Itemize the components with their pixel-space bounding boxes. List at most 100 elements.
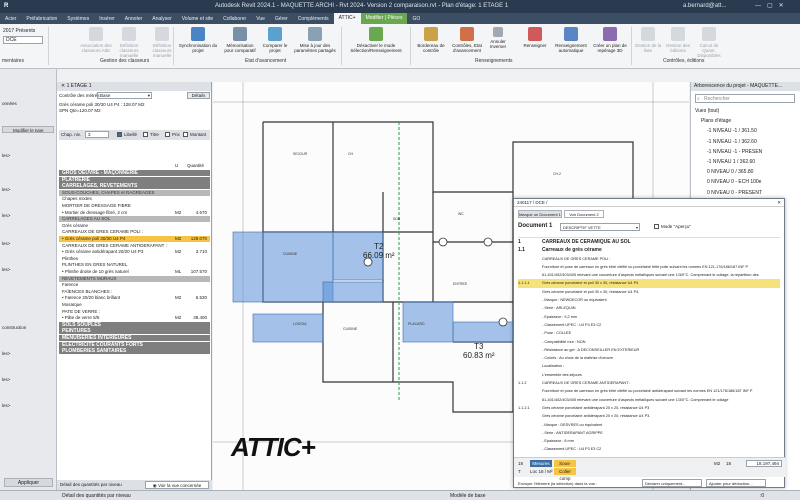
- document-select[interactable]: DESCRIPTIF VETTE ▾: [560, 223, 640, 231]
- quantity-row[interactable]: CARREAUX DE GRES CERAME ANTIDERAPANT :: [59, 243, 210, 249]
- property-row[interactable]: Modifier le type: [2, 126, 54, 133]
- document-line[interactable]: Grès cérame porcelainé antidérapant 20 x…: [518, 412, 780, 420]
- browser-search-input[interactable]: ⌕ Rechercher: [695, 94, 795, 103]
- tree-item[interactable]: Vues (tout): [695, 108, 719, 114]
- document-line[interactable]: - Compatibilité mur : NON: [518, 338, 780, 346]
- filter-libelle[interactable]: Libellé: [117, 132, 137, 138]
- document-line[interactable]: Grès cérame porcelainé et poli 30 x 30, …: [518, 288, 780, 296]
- quantity-row[interactable]: • Grès cérame poli 30/30 U4 P4 M2 128.070: [59, 236, 210, 242]
- ribbon-tab[interactable]: Annoter: [120, 16, 148, 22]
- ribbon-tab[interactable]: Gérer: [270, 16, 293, 22]
- calcul-quant-button[interactable]: Calcul de Quant. Disponibles: [694, 27, 724, 58]
- quantity-row[interactable]: GROS OEUVRE - MAÇONNERIE: [59, 170, 210, 176]
- quantity-row[interactable]: • Grès cérame antidérapant 20/20 U4 P3 M2…: [59, 249, 210, 255]
- tree-item[interactable]: Plans d'étage: [701, 118, 731, 124]
- property-row[interactable]: les>: [2, 186, 54, 193]
- quantity-row[interactable]: • Faïence 20/20 blanc brillant M2 6.530: [59, 295, 210, 301]
- quantity-row[interactable]: CARRELAGES, REVETEMENTS: [59, 183, 210, 190]
- ribbon-tab[interactable]: Préfabrication: [21, 16, 62, 22]
- memorisation-button[interactable]: Mémorisation pour comparatif: [222, 27, 258, 53]
- controls-select[interactable]: Base ▾: [97, 92, 152, 99]
- document-line[interactable]: 61-401/402/403/405 relevant une couvertu…: [518, 396, 780, 404]
- tree-item[interactable]: 0 NIVEAU 0 - ECH 100e: [707, 179, 761, 185]
- ribbon-tab[interactable]: Modifier | Pièces: [360, 13, 408, 24]
- window-controls[interactable]: —▢✕: [755, 2, 790, 9]
- gestion-liste-button[interactable]: Gestion de la liste: [634, 27, 662, 53]
- document-line[interactable]: - Marque : DESVRES ou équivalent: [518, 421, 780, 429]
- quantity-row[interactable]: PLOMBERIES SANITAIRES: [59, 348, 210, 355]
- controles-button[interactable]: Contrôles, Etat d'avancement: [450, 27, 484, 53]
- quantity-row[interactable]: CARREAUX DE GRES CERAME POLI :: [59, 229, 210, 235]
- property-row[interactable]: les>: [2, 376, 54, 383]
- plan-reperage-button[interactable]: Créer un plan de repérage 3D: [591, 27, 629, 53]
- document-line[interactable]: - Marque : NEWDECOR ou équivalent: [518, 296, 780, 304]
- quantity-row[interactable]: ELECTRICITE COURANTS FORTS: [59, 341, 210, 348]
- document-line[interactable]: Localisation :: [518, 362, 780, 370]
- coller-comp-button[interactable]: Coller comp: [554, 468, 576, 481]
- ribbon-tab[interactable]: Collaborer: [218, 16, 251, 22]
- ribbon-tab[interactable]: Compléments: [293, 16, 334, 22]
- ribbon-tab[interactable]: Insérer: [94, 16, 120, 22]
- document-line[interactable]: - Coloris : Au choix de la maîtrise d'oe…: [518, 354, 780, 362]
- quantity-row[interactable]: • Mortier de dressage fibré, 2 cm M2 4.670: [59, 210, 210, 216]
- ribbon-tab[interactable]: Vue: [251, 16, 270, 22]
- filter-montant[interactable]: Montant: [183, 132, 206, 138]
- document-line[interactable]: CARREAUX DE GRES CERAME POLI :: [518, 255, 780, 263]
- measures-button[interactable]: Mesures: [530, 460, 552, 467]
- property-row[interactable]: les>: [2, 152, 54, 159]
- document-line[interactable]: 1.1 Carreaux de grès cérame: [518, 246, 780, 254]
- filter-titre[interactable]: Titre: [143, 132, 159, 138]
- document-line[interactable]: - Résistance au gel : A DECONSEILLER EN …: [518, 346, 780, 354]
- renseignement-auto-button[interactable]: Renseignement automatique: [552, 27, 590, 53]
- ribbon-tab[interactable]: Acier: [0, 16, 21, 22]
- document-line[interactable]: - Classement UPEC : U4 P4 E3 C2: [518, 321, 780, 329]
- document-line[interactable]: Fourniture et pose de carreaux en grès é…: [518, 387, 780, 395]
- parametres-partages-button[interactable]: Mise à jour des paramètres partagés: [292, 27, 338, 53]
- quantity-row[interactable]: FAÏENCES BLANCHES :: [59, 289, 210, 295]
- sub-comp-button[interactable]: Sous-comp: [554, 460, 576, 473]
- quantity-row[interactable]: Faïence: [59, 282, 210, 288]
- quantity-row[interactable]: PEINTURES: [59, 328, 210, 335]
- association-classeurs-button[interactable]: Association des classeurs Attic: [80, 27, 112, 53]
- property-row[interactable]: les>: [2, 350, 54, 357]
- user-account[interactable]: a.bernard@att...: [683, 3, 726, 9]
- close-icon[interactable]: ✕: [777, 199, 781, 207]
- quantity-row[interactable]: Chapes mixtes: [59, 196, 210, 202]
- view-button[interactable]: ◉ Voir la vue concernée: [145, 481, 209, 489]
- tree-item[interactable]: 0 NIVEAU 0 / 365.80: [707, 169, 753, 175]
- quantity-row[interactable]: SOLS SOUPLES: [59, 321, 210, 328]
- send-select-2[interactable]: Ajouter pour déduction...: [706, 479, 766, 487]
- ribbon-tab[interactable]: GO: [407, 16, 425, 22]
- annuler-inverser-button[interactable]: Annuler Inverser: [485, 27, 511, 49]
- apply-button[interactable]: Appliquer: [4, 478, 53, 487]
- property-row[interactable]: les>: [2, 266, 54, 273]
- document-line[interactable]: Fourniture et pose de carreaux en grès é…: [518, 263, 780, 271]
- preview-mode-toggle[interactable]: Mode "Aperçu": [654, 224, 691, 230]
- send-select-1[interactable]: Déclarer uniquement...: [642, 479, 702, 487]
- quantity-row[interactable]: SOUS-COUCHES, CHAPES et RAGREAGES: [59, 189, 210, 196]
- quantity-row[interactable]: • Plinthe droite de 10 grès naturel ML 107…: [59, 269, 210, 275]
- renseigner-button[interactable]: Renseigner: [518, 27, 552, 48]
- tab-document-1[interactable]: Marque un Document 1: [518, 210, 562, 218]
- room-t3[interactable]: T3 60.83 m²: [463, 342, 495, 360]
- ribbon-tab[interactable]: Analyser: [147, 16, 176, 22]
- level-select[interactable]: 3: [85, 131, 109, 138]
- tab-document-2[interactable]: Voir Document 2: [564, 210, 604, 218]
- property-row[interactable]: onnées: [2, 100, 54, 107]
- document-text[interactable]: 1 CARREAUX DE CERAMIQUE AU SOL 1.1 Carreaux…: [518, 237, 780, 455]
- mode-selection-button[interactable]: Désactiver le mode Sélection/Renseigneme…: [345, 27, 407, 53]
- phase-select[interactable]: DCE: [3, 36, 43, 44]
- quantity-row[interactable]: • Pâte de verre 5/5 M2 38.400: [59, 315, 210, 321]
- quantity-row[interactable]: PATE DE VERRE :: [59, 309, 210, 315]
- quantity-row[interactable]: REVETEMENTS MURAUX: [59, 275, 210, 282]
- bordereau-button[interactable]: Bordereau de contrôle: [414, 27, 448, 53]
- quantity-row[interactable]: PLINTHES EN GRES NATUREL: [59, 262, 210, 268]
- quantity-row[interactable]: Plinthes: [59, 256, 210, 262]
- ribbon-tab[interactable]: Systèmes: [62, 16, 94, 22]
- room-t2[interactable]: T2 66.09 m²: [363, 242, 395, 260]
- quantity-row[interactable]: CARRELAGES AU SOL: [59, 216, 210, 223]
- quantity-row[interactable]: Mosaïque: [59, 302, 210, 308]
- document-line[interactable]: - Classement UPEC : U4 P3 E3 C2: [518, 445, 780, 453]
- quantity-row[interactable]: MORTIER DE DRESSAGE FIBRE: [59, 203, 210, 209]
- filter-prix[interactable]: Prix: [165, 132, 180, 138]
